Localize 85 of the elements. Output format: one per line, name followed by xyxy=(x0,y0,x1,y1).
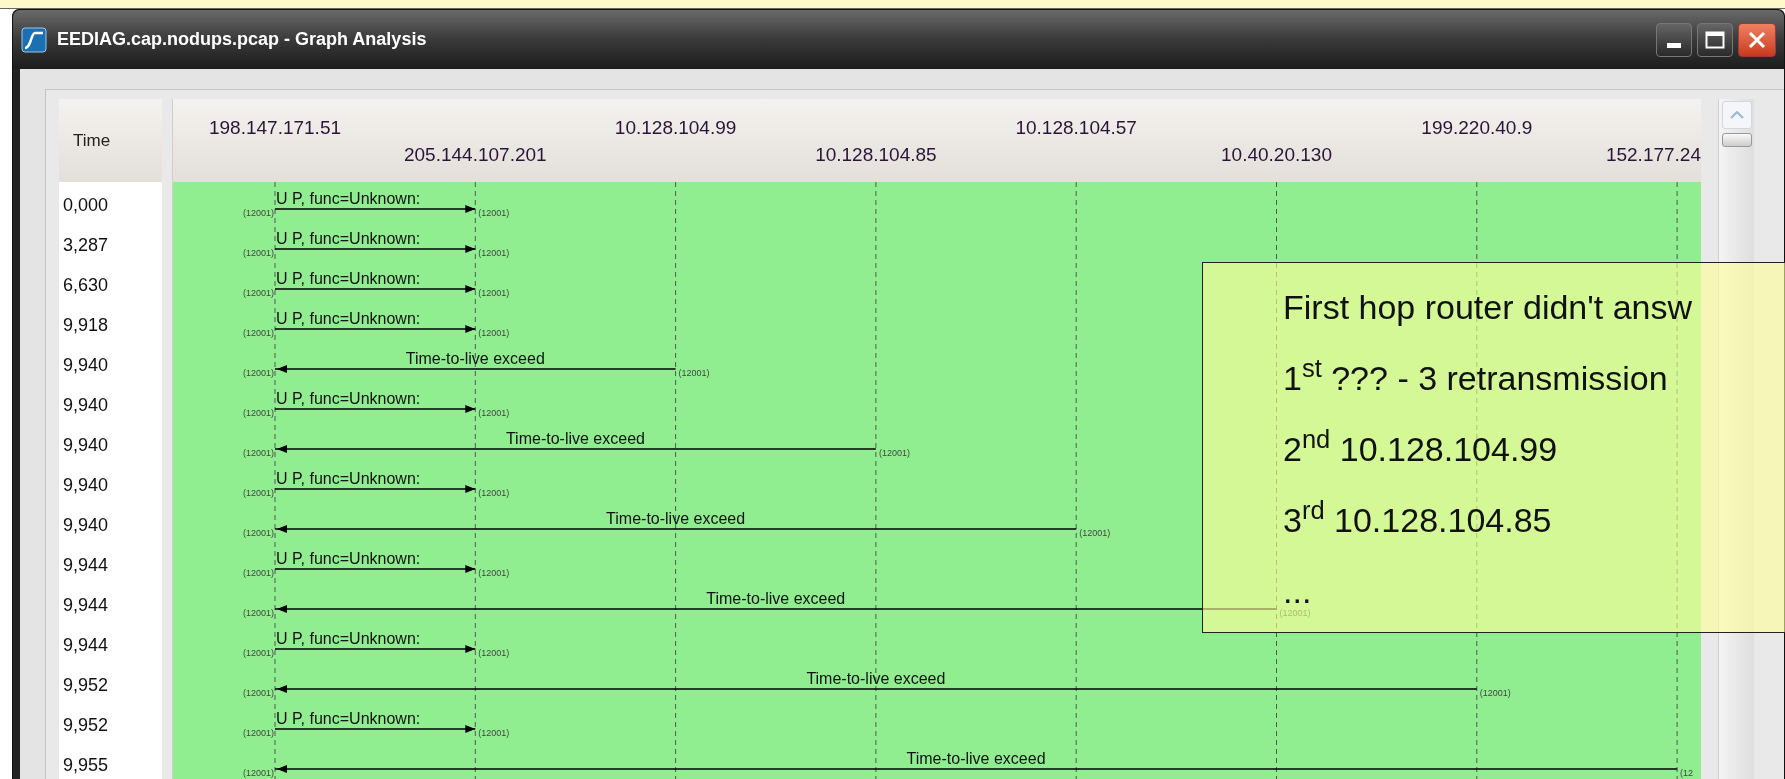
port-label: (12001) xyxy=(242,449,274,458)
port-label: (12001) xyxy=(478,249,510,258)
port-label: (12001) xyxy=(478,729,510,738)
port-label: (12001) xyxy=(478,409,510,418)
host-address: 10.128.104.57 xyxy=(1015,117,1137,139)
port-label: (12001) xyxy=(242,249,274,258)
message-label: U P, func=Unknown: xyxy=(276,470,421,488)
port-label: (12001) xyxy=(478,289,510,298)
minimize-button[interactable] xyxy=(1656,22,1692,57)
port-label: (12001) xyxy=(242,649,274,658)
port-label: (12001) xyxy=(242,609,274,618)
port-label: (12001) xyxy=(242,209,274,218)
note-text: 1$^{st}$ ??? - 3 retransmission xyxy=(1283,357,1668,398)
message-label: U P, func=Unknown: xyxy=(276,270,421,288)
port-label: (12001) xyxy=(242,769,274,778)
port-label: (12001) xyxy=(242,489,274,498)
message-label: Time-to-live exceed xyxy=(606,510,746,528)
time-value: 9,940 xyxy=(62,393,110,417)
host-address: 10.40.20.130 xyxy=(1221,144,1332,166)
minimize-icon xyxy=(1667,42,1681,48)
note-text: ... xyxy=(1283,570,1312,610)
time-value: 9,918 xyxy=(62,313,110,337)
host-address: 10.128.104.99 xyxy=(614,117,737,139)
message-label: Time-to-live exceed xyxy=(806,670,946,688)
scroll-thumb[interactable] xyxy=(1721,133,1752,147)
message-label: U P, func=Unknown: xyxy=(276,190,421,208)
graph-icon xyxy=(21,26,47,53)
close-icon xyxy=(1748,30,1766,49)
time-value: 9,940 xyxy=(62,473,110,497)
port-label: (12001) xyxy=(678,369,710,378)
time-value: 9,940 xyxy=(62,433,110,457)
port-label: (12 xyxy=(1680,769,1694,778)
maximize-icon xyxy=(1705,30,1725,49)
port-label: (12001) xyxy=(242,529,274,538)
time-value: 3,287 xyxy=(62,233,110,257)
message-label: U P, func=Unknown: xyxy=(276,390,421,408)
scrollbar[interactable] xyxy=(1718,99,1754,779)
host-address: 198.147.171.51 xyxy=(208,117,342,139)
host-address: 152.177.24 xyxy=(1605,144,1701,166)
port-label: (12001) xyxy=(242,409,274,418)
host-address: 199.220.40.9 xyxy=(1421,117,1533,139)
port-label: (12001) xyxy=(478,489,510,498)
chevron-up-icon xyxy=(1729,111,1744,119)
host-address: 10.128.104.85 xyxy=(815,144,937,166)
note-text: First hop router didn't answ xyxy=(1283,286,1692,327)
time-value: 9,952 xyxy=(62,673,110,697)
time-value: 9,940 xyxy=(62,353,110,377)
message-label: Time-to-live exceed xyxy=(505,430,645,448)
time-value: 9,944 xyxy=(62,633,110,657)
time-value: 9,955 xyxy=(62,753,110,777)
host-address: 205.144.107.201 xyxy=(404,144,547,166)
close-button[interactable] xyxy=(1738,22,1776,57)
port-label: (12001) xyxy=(242,689,274,698)
time-value: 9,944 xyxy=(62,553,110,577)
port-label: (12001) xyxy=(1279,609,1311,618)
message-label: Time-to-live exceed xyxy=(706,590,846,608)
port-label: (12001) xyxy=(478,209,510,218)
port-label: (12001) xyxy=(1079,529,1111,538)
message-label: U P, func=Unknown: xyxy=(276,310,421,328)
message-label: U P, func=Unknown: xyxy=(276,550,421,568)
maximize-button[interactable] xyxy=(1697,22,1733,57)
port-label: (12001) xyxy=(1479,689,1511,698)
port-label: (12001) xyxy=(242,329,274,338)
time-header: Time xyxy=(59,99,162,182)
port-label: (12001) xyxy=(242,729,274,738)
message-label: U P, func=Unknown: xyxy=(276,630,421,648)
message-label: U P, func=Unknown: xyxy=(276,710,421,728)
message-label: Time-to-live exceed xyxy=(906,750,1046,768)
note-text: 3$^{rd}$ 10.128.104.85 xyxy=(1283,499,1552,540)
port-label: (12001) xyxy=(478,569,510,578)
port-label: (12001) xyxy=(242,289,274,298)
time-value: 9,944 xyxy=(62,593,110,617)
time-value: 9,952 xyxy=(62,713,110,737)
port-label: (12001) xyxy=(878,449,910,458)
port-label: (12001) xyxy=(478,329,510,338)
time-value: 6,630 xyxy=(62,273,110,297)
port-label: (12001) xyxy=(478,649,510,658)
message-label: U P, func=Unknown: xyxy=(276,230,421,248)
window-title: EEDIAG.cap.nodups.pcap - Graph Analysis xyxy=(57,28,427,51)
note-text: 2$^{nd}$ 10.128.104.99 xyxy=(1283,428,1558,469)
port-label: (12001) xyxy=(242,569,274,578)
message-label: Time-to-live exceed xyxy=(405,350,545,368)
time-value: 0,000 xyxy=(62,193,110,217)
time-value: 9,940 xyxy=(62,513,110,537)
port-label: (12001) xyxy=(242,369,274,378)
